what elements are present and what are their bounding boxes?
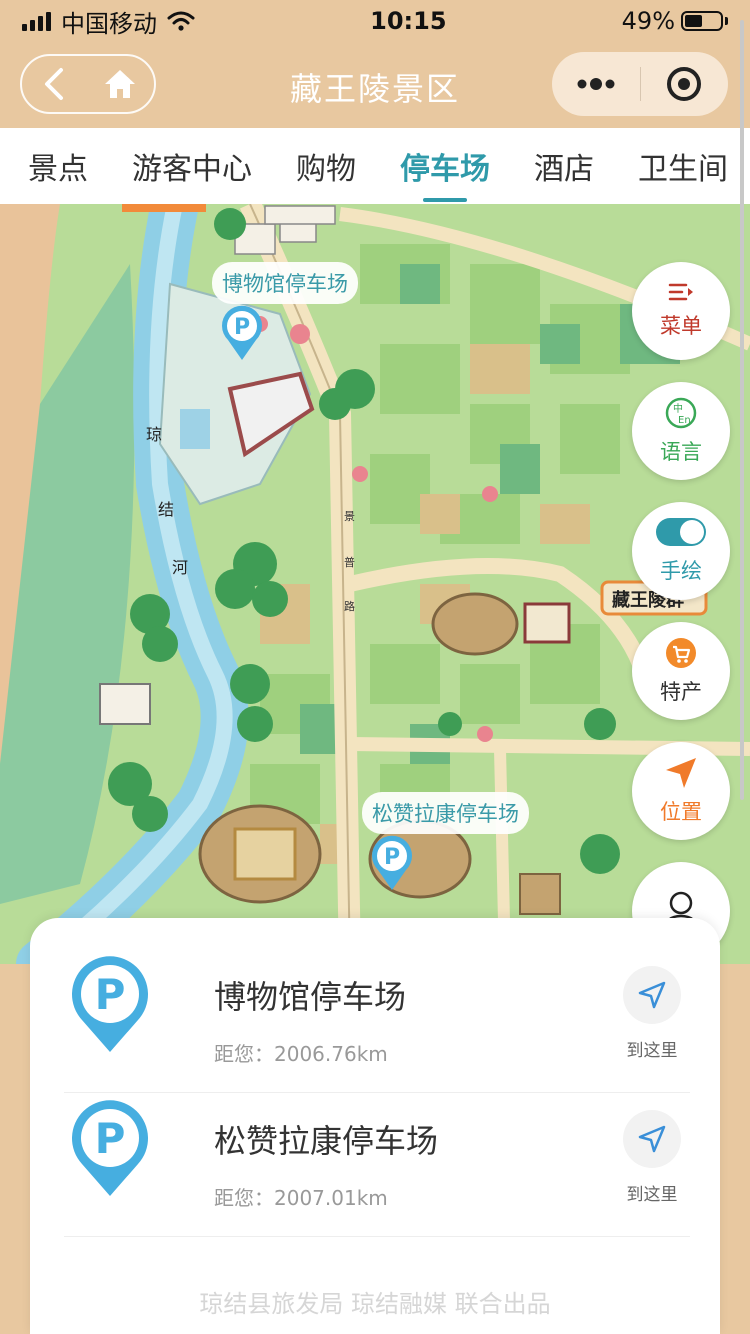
hand-drawn-toggle[interactable]: 手绘 [632,502,730,600]
mini-program-capsule [552,52,728,116]
more-button[interactable] [552,78,640,90]
parking-list-panel: P 博物馆停车场 距您：2006.76km 到这里 P 松赞拉康停车场 距您：2… [30,918,720,1334]
clock: 10:15 [370,7,447,35]
navigate-arrow-icon [638,981,666,1009]
nav-bar: 藏王陵景区 [0,42,750,128]
parking-pin-icon: P [71,1100,148,1196]
tab-hotel[interactable]: 酒店 [512,144,616,188]
navigate-label: 到这里 [626,1041,678,1061]
parking-distance: 距您：2006.76km [214,1042,388,1066]
road-label-char: 普 [344,555,355,569]
language-button[interactable]: 中 En 语言 [632,382,730,480]
parking-pin-icon[interactable]: P [370,834,414,892]
tab-parking[interactable]: 停车场 [378,144,512,202]
language-icon: 中En [665,397,697,429]
tab-scenic-spots[interactable]: 景点 [6,144,110,188]
parking-distance: 距您：2007.01km [214,1186,388,1210]
battery-percent: 49% [621,7,675,35]
specialty-label: 特产 [660,680,702,704]
target-icon [667,67,702,101]
parking-list-item[interactable]: P 博物馆停车场 距您：2006.76km 到这里 [64,936,690,1080]
battery-icon [681,11,723,31]
specialty-button[interactable]: 特产 [632,622,730,720]
hand-drawn-label: 手绘 [660,559,702,583]
carrier-label: 中国移动 [61,9,157,38]
svg-text:En: En [678,415,691,426]
wifi-icon [167,11,195,31]
more-dots-icon [577,78,615,90]
menu-button[interactable]: 菜单 [632,262,730,360]
language-label: 语言 [660,440,702,464]
location-arrow-icon [666,758,696,788]
map-parking-label[interactable]: 松赞拉康停车场 [362,792,529,834]
location-label: 位置 [660,800,702,824]
river-label-char: 琼 [146,425,162,444]
signal-icon [22,11,51,31]
toggle-icon [656,518,706,546]
close-button[interactable] [641,66,729,102]
tab-restroom[interactable]: 卫生间 [616,144,750,188]
navigate-button[interactable]: 到这里 [620,1110,684,1205]
parking-name: 松赞拉康停车场 [214,1122,439,1160]
menu-label: 菜单 [660,314,702,338]
status-bar: 中国移动 10:15 49% [0,0,750,42]
category-tabs: 景点 游客中心 购物 停车场 酒店 卫生间 [0,128,750,204]
menu-icon [668,283,693,301]
svg-text:中: 中 [673,402,683,415]
parking-pin-icon[interactable]: P [220,304,264,362]
shopping-cart-icon [666,638,696,668]
navigate-button[interactable]: 到这里 [620,966,684,1061]
river-label-char: 河 [172,558,188,577]
road-label-char: 路 [344,600,355,613]
tab-shopping[interactable]: 购物 [274,144,378,188]
parking-name: 博物馆停车场 [214,978,407,1016]
svg-text:P: P [384,845,400,870]
navigate-label: 到这里 [626,1185,678,1205]
tab-visitor-center[interactable]: 游客中心 [110,144,274,188]
scrollbar[interactable] [740,20,744,800]
location-button[interactable]: 位置 [632,742,730,840]
navigate-arrow-icon [638,1125,666,1153]
svg-text:P: P [95,970,126,1019]
map-parking-label[interactable]: 博物馆停车场 [212,262,358,304]
svg-text:P: P [95,1114,126,1163]
footer-credit: 琼结县旅发局 琼结融媒 联合出品 [199,1290,551,1318]
svg-text:P: P [234,315,250,340]
road-label-char: 景 [344,510,355,523]
river-label-char: 结 [158,500,174,519]
parking-list-item[interactable]: P 松赞拉康停车场 距您：2007.01km 到这里 [64,1080,690,1224]
parking-pin-icon: P [71,956,148,1052]
